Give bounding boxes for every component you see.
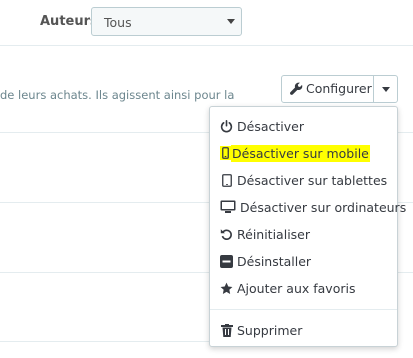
row-divider [0,272,210,273]
menu-item-disable-desktops[interactable]: Désactiver sur ordinateurs [220,197,407,217]
configure-dropdown-menu: Désactiver Désactiver sur mobile Désacti… [209,106,406,347]
menu-item-label: Désactiver sur tablettes [237,172,388,188]
menu-item-label: Désinstaller [237,253,312,269]
menu-item-add-favorites[interactable]: Ajouter aux favoris [220,278,356,298]
authors-select[interactable]: Tous [91,7,242,36]
configure-button[interactable]: Configurer [282,76,373,102]
menu-item-label: Désactiver [237,118,304,134]
menu-item-label: Désactiver sur ordinateurs [240,199,407,215]
row-divider [398,272,413,273]
menu-item-disable-mobile[interactable]: Désactiver sur mobile [220,143,370,163]
divider [0,45,413,46]
menu-item-disable[interactable]: Désactiver [220,116,305,136]
row-divider [0,341,210,342]
configure-dropdown-toggle[interactable] [373,76,398,102]
desktop-icon [220,200,236,214]
menu-item-label: Désactiver sur mobile [231,144,370,162]
minus-square-icon [220,254,233,268]
power-icon [220,119,233,133]
menu-item-disable-tablets[interactable]: Désactiver sur tablettes [220,170,388,190]
menu-item-label: Ajouter aux favoris [237,280,356,296]
row-divider [398,132,413,133]
row-divider [0,202,210,203]
chevron-down-icon [227,19,235,24]
configure-button-label: Configurer [306,81,372,96]
module-description: de leurs achats. Ils agissent ainsi pour… [0,88,235,102]
trash-icon [220,323,233,337]
menu-item-uninstall[interactable]: Désinstaller [220,251,312,271]
row-divider [0,132,210,133]
authors-filter-label: Auteurs [40,14,98,29]
configure-button-group: Configurer [281,75,398,103]
authors-select-value: Tous [104,15,132,30]
caret-down-icon [382,87,390,92]
menu-item-label: Supprimer [237,322,303,338]
wrench-icon [290,78,303,104]
menu-divider [210,309,397,310]
star-icon [220,281,233,295]
menu-item-label: Réinitialiser [237,226,311,242]
mobile-icon [220,146,231,160]
undo-icon [220,227,233,241]
menu-item-reset[interactable]: Réinitialiser [220,224,311,244]
menu-item-delete[interactable]: Supprimer [220,320,303,340]
tablet-icon [220,173,233,187]
